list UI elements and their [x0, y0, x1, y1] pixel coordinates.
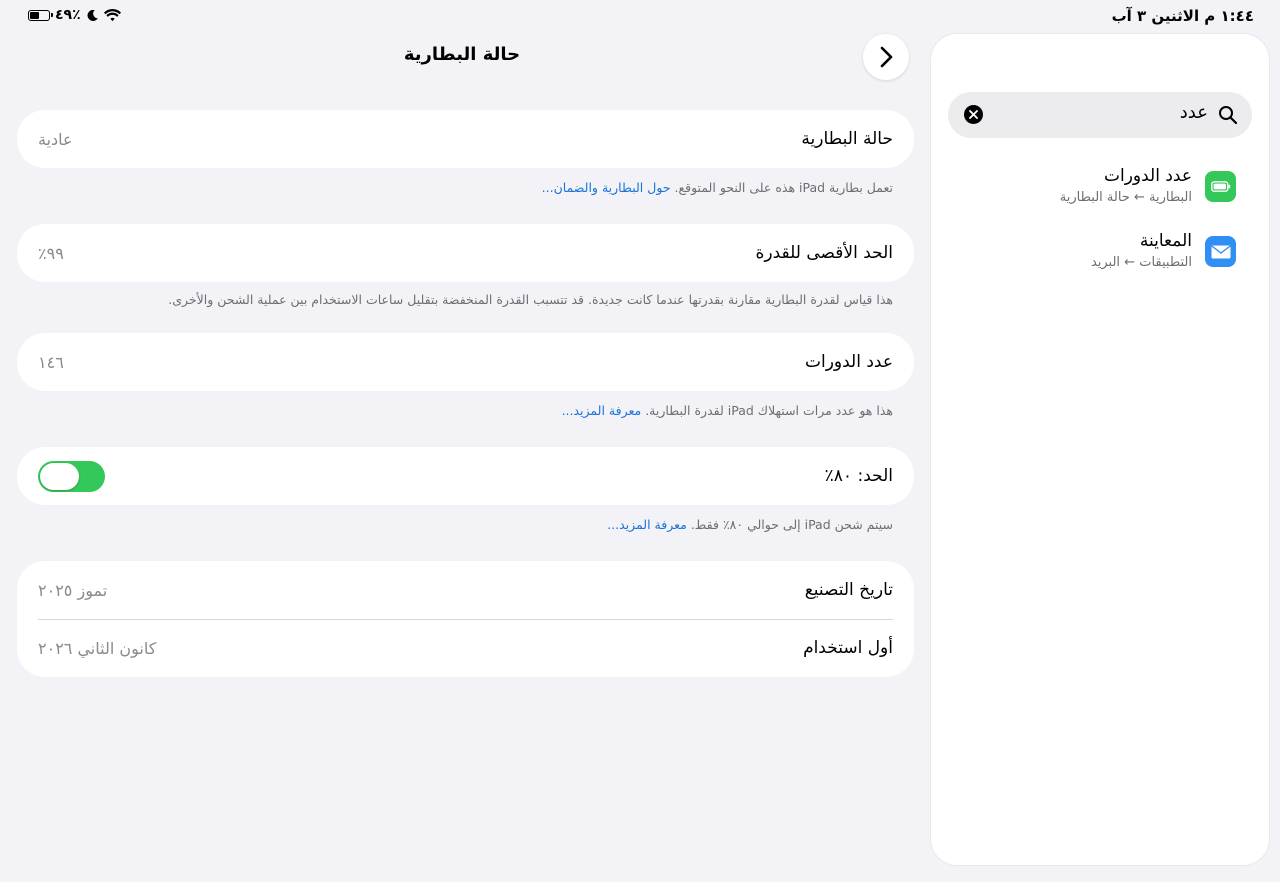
- status-indicators: ٤٩٪: [28, 7, 121, 23]
- cycle-count-footnote: هذا هو عدد مرات استهلاك iPad لقدرة البطا…: [562, 403, 893, 418]
- first-use-label: أول استخدام: [803, 638, 893, 658]
- battery-health-value: عادية: [38, 129, 73, 149]
- battery-health-pane: حالة البطارية حالة البطارية عادية تعمل ب…: [17, 32, 914, 882]
- cycle-count-row: عدد الدورات ١٤٦: [17, 333, 914, 391]
- dates-group: تاريخ التصنيع تموز ٢٠٢٥ أول استخدام كانو…: [17, 561, 914, 677]
- search-result-preview[interactable]: المعاينة التطبيقات ← البريد: [946, 231, 1236, 281]
- charge-limit-toggle[interactable]: [38, 460, 105, 492]
- battery-icon: [28, 9, 53, 21]
- battery-health-label: حالة البطارية: [801, 129, 893, 149]
- charge-limit-group: الحد: ٨٠٪: [17, 447, 914, 505]
- max-capacity-value: ٩٩٪: [38, 243, 64, 263]
- search-icon: [1219, 106, 1238, 125]
- result-title: المعاينة: [1139, 231, 1192, 251]
- search-field[interactable]: [948, 92, 1252, 138]
- manufacture-date-value: تموز ٢٠٢٥: [38, 580, 108, 600]
- status-time: ١:٤٤ م الاثنين ٣ آب: [1111, 7, 1254, 25]
- battery-health-footnote: تعمل بطارية iPad هذه على النحو المتوقع. …: [542, 180, 893, 195]
- cycle-count-label: عدد الدورات: [804, 352, 893, 372]
- charge-limit-footnote-text: سيتم شحن iPad إلى حوالي ٨٠٪ فقط.: [690, 517, 893, 532]
- cycle-count-footnote-text: هذا هو عدد مرات استهلاك iPad لقدرة البطا…: [645, 403, 893, 418]
- max-capacity-row: الحد الأقصى للقدرة ٩٩٪: [17, 224, 914, 282]
- charge-limit-learn-more-link[interactable]: معرفة المزيد...: [607, 517, 687, 532]
- manufacture-date-label: تاريخ التصنيع: [804, 580, 893, 600]
- battery-health-row: حالة البطارية عادية: [17, 110, 914, 168]
- battery-health-footnote-text: تعمل بطارية iPad هذه على النحو المتوقع.: [674, 180, 894, 195]
- charge-limit-footnote: سيتم شحن iPad إلى حوالي ٨٠٪ فقط. معرفة ا…: [607, 517, 893, 532]
- chevron-right-icon: [880, 46, 893, 68]
- mail-icon: [1205, 236, 1236, 267]
- charge-limit-label: الحد: ٨٠٪: [824, 466, 893, 486]
- page-title: حالة البطارية: [403, 44, 521, 65]
- result-path: التطبيقات ← البريد: [1090, 255, 1192, 270]
- search-input[interactable]: [1008, 102, 1208, 123]
- search-result-cycle-count[interactable]: عدد الدورات البطارية ← حالة البطارية: [946, 166, 1236, 216]
- moon-icon: [87, 9, 98, 21]
- first-use-value: كانون الثاني ٢٠٢٦: [38, 638, 157, 658]
- max-capacity-group: الحد الأقصى للقدرة ٩٩٪: [17, 224, 914, 282]
- clear-search-icon[interactable]: [964, 105, 983, 124]
- max-capacity-label: الحد الأقصى للقدرة: [755, 243, 893, 263]
- back-button[interactable]: [863, 34, 909, 80]
- wifi-icon: [103, 8, 121, 21]
- close-icon: [969, 110, 978, 119]
- cycle-count-value: ١٤٦: [38, 352, 64, 372]
- first-use-row: أول استخدام كانون الثاني ٢٠٢٦: [17, 619, 914, 677]
- battery-settings-icon: [1205, 171, 1236, 202]
- battery-health-group: حالة البطارية عادية: [17, 110, 914, 168]
- cycle-count-group: عدد الدورات ١٤٦: [17, 333, 914, 391]
- charge-limit-row: الحد: ٨٠٪: [17, 447, 914, 505]
- result-path: البطارية ← حالة البطارية: [1059, 190, 1192, 205]
- cycle-count-learn-more-link[interactable]: معرفة المزيد...: [562, 403, 642, 418]
- battery-warranty-link[interactable]: حول البطارية والضمان...: [542, 180, 671, 195]
- result-title: عدد الدورات: [1103, 166, 1192, 186]
- max-capacity-footnote: هذا قياس لقدرة البطارية مقارنة بقدرتها ع…: [168, 292, 893, 307]
- toggle-knob: [40, 462, 79, 490]
- status-bar: ١:٤٤ م الاثنين ٣ آب ٤٩٪: [0, 0, 1280, 32]
- battery-percent: ٤٩٪: [55, 7, 81, 23]
- manufacture-date-row: تاريخ التصنيع تموز ٢٠٢٥: [17, 561, 914, 619]
- settings-sidebar: عدد الدورات البطارية ← حالة البطارية الم…: [931, 34, 1269, 865]
